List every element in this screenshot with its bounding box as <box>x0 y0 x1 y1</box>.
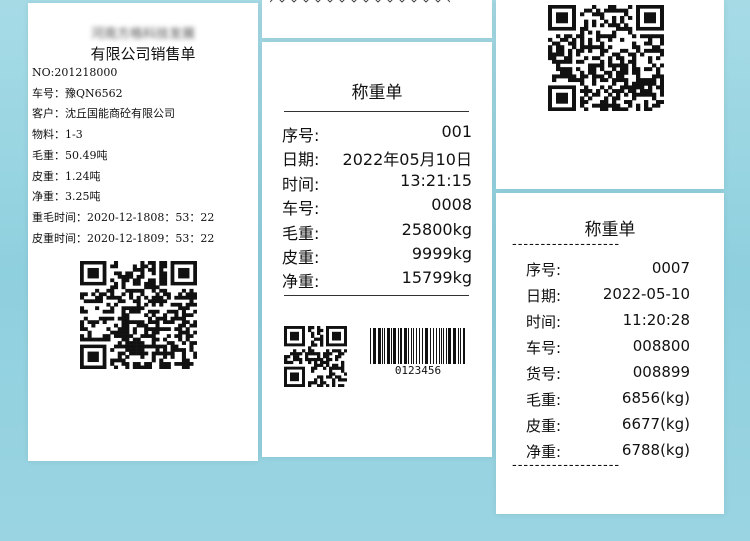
receipt-strip-right-top <box>496 0 724 189</box>
qr-code-icon <box>80 261 197 369</box>
receipt-line: 物料：1-3 <box>32 128 83 142</box>
receipt-line: NO:201218000 <box>32 66 118 79</box>
dashes-icon <box>269 0 451 3</box>
receipt-lines: NO:201218000 车号：豫QN6562 客户：沈丘国能商砼有限公司 物料… <box>32 63 214 249</box>
row-value: 13:21:15 <box>400 170 472 190</box>
dashed-divider: ------------------- <box>512 458 621 473</box>
row-value: 9999kg <box>411 244 472 263</box>
row-value: 6677(kg) <box>621 415 690 433</box>
weighing-receipt-middle: 称重单 序号: 001 日期: 2022年05月10日时间: 13:21:15 车号: 00… <box>262 42 492 457</box>
row-value: 15799kg <box>401 268 472 288</box>
row-value: 6788(kg) <box>621 441 690 459</box>
receipt-strip-top <box>262 0 492 38</box>
row-label: 货号: <box>526 365 562 383</box>
row-label: 日期: <box>526 287 562 305</box>
row-value: 11:20:28 <box>622 311 690 329</box>
row-label: 皮重: <box>526 417 562 435</box>
receipt-edge-marks <box>269 0 451 9</box>
row-value: 2022-05-10 <box>602 285 690 303</box>
dashed-divider: ------------------- <box>512 237 621 252</box>
row-value: 001 <box>441 122 472 141</box>
row-label: 日期: <box>282 150 320 170</box>
row-label: 净重: <box>282 272 320 292</box>
receipt-line: 皮重：1.24吨 <box>32 169 101 183</box>
row-label: 序号: <box>526 261 562 279</box>
receipt-line: 重毛时间：2020-12-1808：53：22 <box>32 210 215 224</box>
qr-code-icon <box>284 326 347 387</box>
row-value: 008899 <box>632 363 690 381</box>
row-label: 序号: <box>282 126 320 145</box>
barcode-number: 0123456 <box>394 364 442 377</box>
row-label: 毛重: <box>282 223 320 243</box>
row-value: 008800 <box>632 337 690 355</box>
weighing-receipt-right: 称重单 ------------------- 序号: 0007 日期: 2022-0… <box>496 193 724 514</box>
row-label: 车号: <box>526 339 562 357</box>
row-value: 6856(kg) <box>621 389 690 407</box>
divider <box>284 111 469 112</box>
row-label: 毛重: <box>526 391 562 409</box>
qr-code-icon <box>548 5 664 111</box>
company-name-blurred: 河南方格科技发展 <box>90 27 195 42</box>
sales-receipt: 河南方格科技发展 有限公司销售单 NO:201218000 车号：豫QN6562… <box>28 3 258 461</box>
receipt-line: 净重：3.25吨 <box>32 190 101 204</box>
row-label: 皮重: <box>282 248 320 267</box>
receipt-line: 车号：豫QN6562 <box>32 86 123 100</box>
receipt-title: 称重单 <box>351 83 403 103</box>
receipt-line: 毛重：50.49吨 <box>32 148 108 162</box>
row-label: 车号: <box>282 199 320 219</box>
divider <box>284 295 469 296</box>
row-label: 时间: <box>526 313 562 331</box>
receipt-line: 皮重时间：2020-12-1809：53：22 <box>32 231 215 245</box>
row-value: 25800kg <box>401 219 472 239</box>
row-label: 时间: <box>282 174 320 194</box>
row-value: 2022年05月10日 <box>342 150 472 170</box>
row-value: 0008 <box>431 195 472 215</box>
receipt-line: 客户：沈丘国能商砼有限公司 <box>32 107 175 121</box>
barcode-icon <box>370 328 465 364</box>
row-value: 0007 <box>651 259 690 277</box>
receipt-title: 有限公司销售单 <box>90 45 196 63</box>
